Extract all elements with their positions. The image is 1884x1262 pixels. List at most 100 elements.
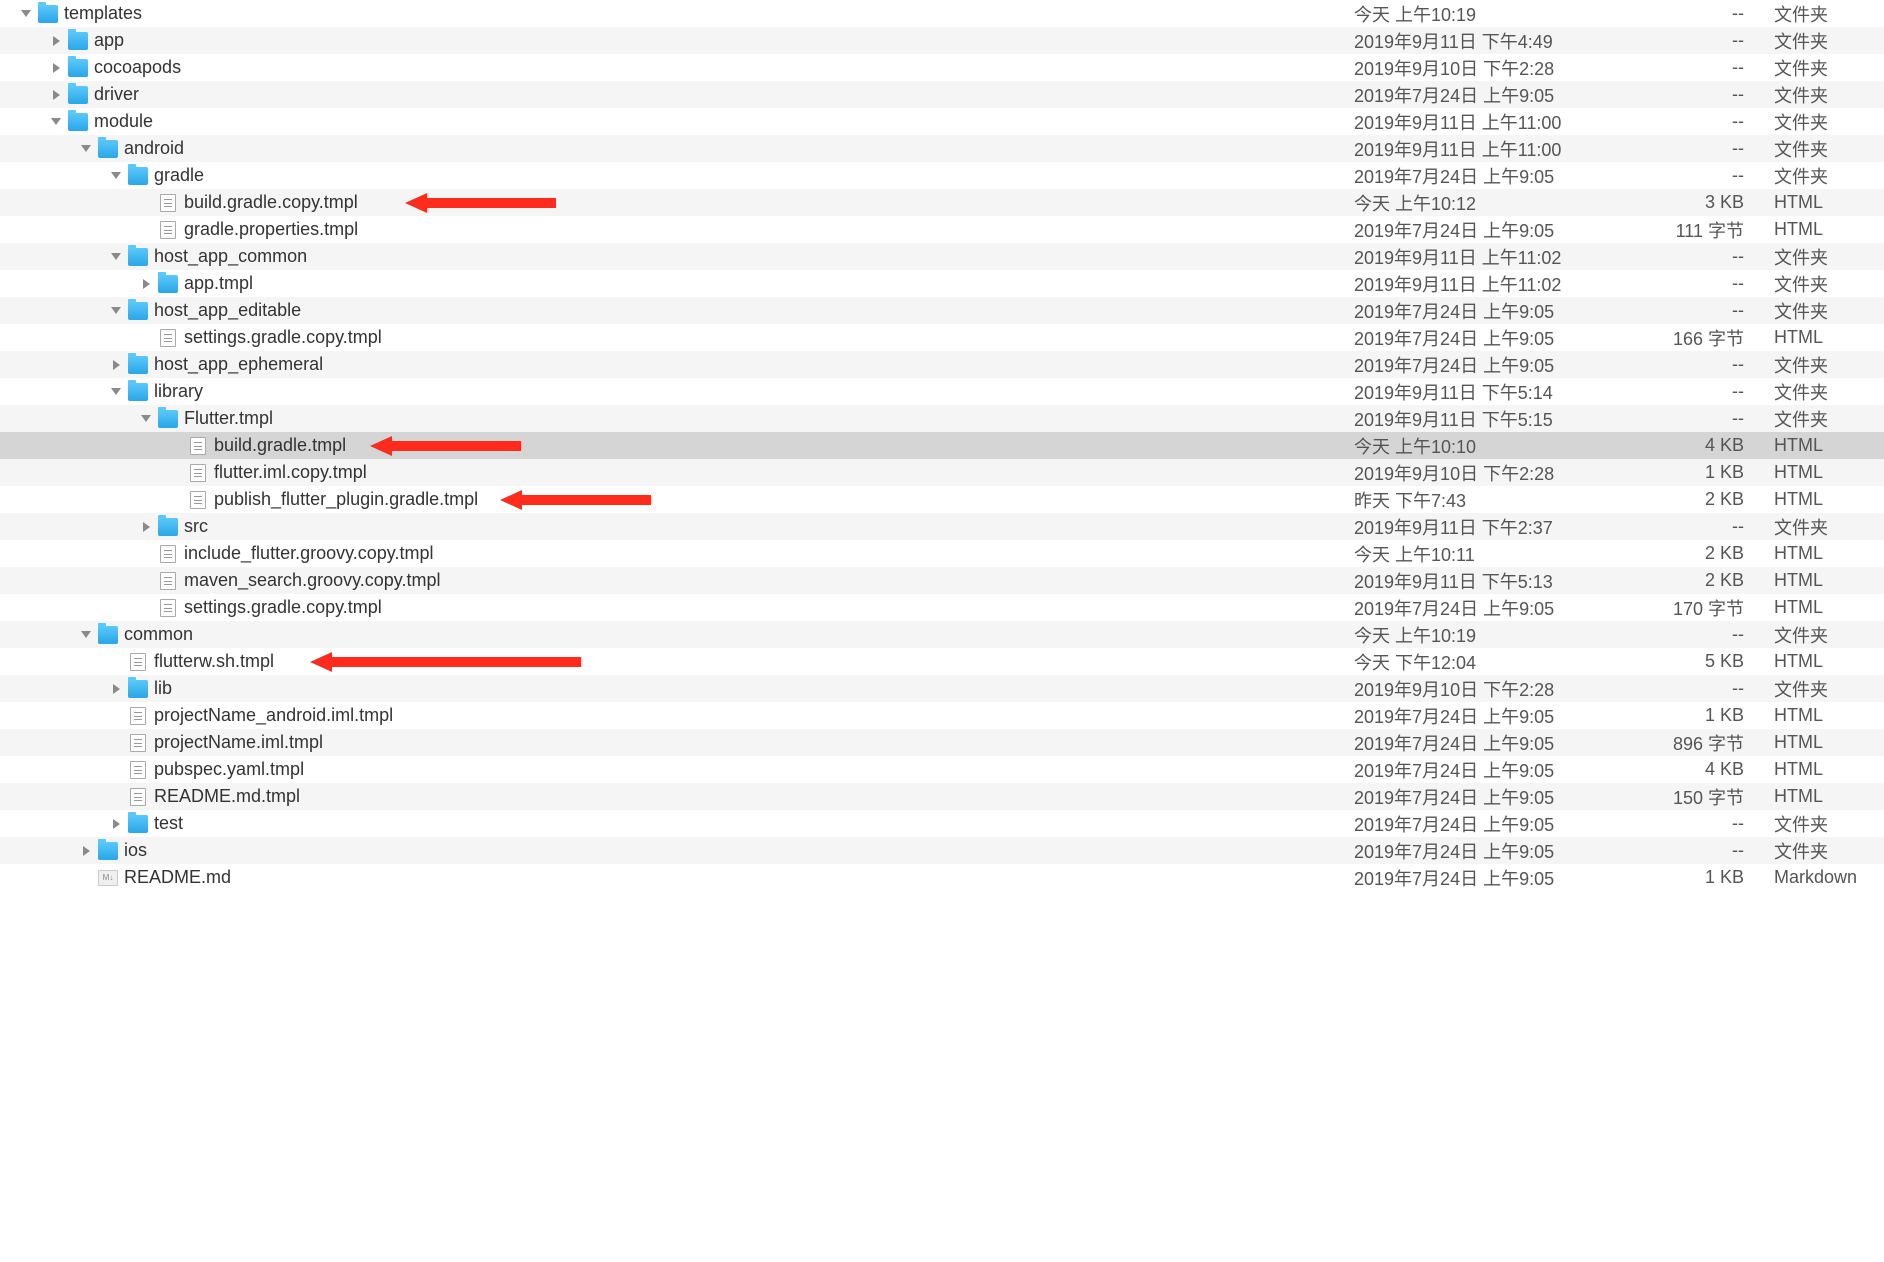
file-row[interactable]: settings.gradle.copy.tmpl2019年7月24日 上午9:… <box>0 324 1884 351</box>
file-row[interactable]: src2019年9月11日 下午2:37--文件夹 <box>0 513 1884 540</box>
disclosure-triangle[interactable] <box>110 818 122 830</box>
file-name: host_app_editable <box>154 300 301 321</box>
file-name: gradle <box>154 165 204 186</box>
file-row[interactable]: module2019年9月11日 上午11:00--文件夹 <box>0 108 1884 135</box>
file-row[interactable]: gradle.properties.tmpl2019年7月24日 上午9:051… <box>0 216 1884 243</box>
file-row[interactable]: driver2019年7月24日 上午9:05--文件夹 <box>0 81 1884 108</box>
kind-cell: 文件夹 <box>1774 406 1884 432</box>
size-cell: -- <box>1654 678 1774 699</box>
file-row[interactable]: gradle2019年7月24日 上午9:05--文件夹 <box>0 162 1884 189</box>
kind-cell: HTML <box>1774 759 1884 780</box>
file-row[interactable]: lib2019年9月10日 下午2:28--文件夹 <box>0 675 1884 702</box>
chevron-down-icon <box>21 10 31 17</box>
name-cell: module <box>0 111 1354 132</box>
kind-cell: 文件夹 <box>1774 136 1884 162</box>
disclosure-triangle[interactable] <box>50 35 62 47</box>
name-cell: app <box>0 30 1354 51</box>
file-row[interactable]: README.md.tmpl2019年7月24日 上午9:05150 字节HTM… <box>0 783 1884 810</box>
file-row[interactable]: ios2019年7月24日 上午9:05--文件夹 <box>0 837 1884 864</box>
disclosure-triangle[interactable] <box>110 170 122 182</box>
kind-cell: HTML <box>1774 651 1884 672</box>
folder-icon <box>98 140 118 158</box>
disclosure-triangle[interactable] <box>50 62 62 74</box>
file-row[interactable]: host_app_editable2019年7月24日 上午9:05--文件夹 <box>0 297 1884 324</box>
date-modified-cell: 2019年9月10日 下午2:28 <box>1354 676 1654 702</box>
file-name: projectName.iml.tmpl <box>154 732 323 753</box>
file-row[interactable]: M↓README.md2019年7月24日 上午9:051 KBMarkdown <box>0 864 1884 891</box>
disclosure-triangle[interactable] <box>50 89 62 101</box>
document-file-icon <box>160 221 176 239</box>
size-cell: 1 KB <box>1654 867 1774 888</box>
kind-cell: HTML <box>1774 732 1884 753</box>
file-row[interactable]: cocoapods2019年9月10日 下午2:28--文件夹 <box>0 54 1884 81</box>
file-name: android <box>124 138 184 159</box>
date-modified-cell: 2019年9月11日 下午5:14 <box>1354 379 1654 405</box>
size-cell: -- <box>1654 840 1774 861</box>
disclosure-triangle[interactable] <box>110 305 122 317</box>
file-row[interactable]: flutter.iml.copy.tmpl2019年9月10日 下午2:281 … <box>0 459 1884 486</box>
file-row[interactable]: publish_flutter_plugin.gradle.tmpl昨天 下午7… <box>0 486 1884 513</box>
file-name: flutterw.sh.tmpl <box>154 651 274 672</box>
kind-cell: 文件夹 <box>1774 1 1884 27</box>
name-cell: host_app_ephemeral <box>0 354 1354 375</box>
kind-cell: HTML <box>1774 705 1884 726</box>
disclosure-triangle[interactable] <box>80 845 92 857</box>
disclosure-triangle[interactable] <box>140 413 152 425</box>
file-name: app <box>94 30 124 51</box>
name-cell: library <box>0 381 1354 402</box>
file-row[interactable]: test2019年7月24日 上午9:05--文件夹 <box>0 810 1884 837</box>
file-row[interactable]: build.gradle.copy.tmpl今天 上午10:123 KBHTML <box>0 189 1884 216</box>
folder-icon <box>68 32 88 50</box>
disclosure-triangle[interactable] <box>140 521 152 533</box>
document-file-icon <box>160 194 176 212</box>
file-row[interactable]: library2019年9月11日 下午5:14--文件夹 <box>0 378 1884 405</box>
file-row[interactable]: projectName_android.iml.tmpl2019年7月24日 上… <box>0 702 1884 729</box>
size-cell: 4 KB <box>1654 435 1774 456</box>
file-name: build.gradle.tmpl <box>214 435 346 456</box>
file-row[interactable]: host_app_ephemeral2019年7月24日 上午9:05--文件夹 <box>0 351 1884 378</box>
file-row[interactable]: Flutter.tmpl2019年9月11日 下午5:15--文件夹 <box>0 405 1884 432</box>
folder-icon <box>158 275 178 293</box>
size-cell: -- <box>1654 813 1774 834</box>
disclosure-triangle[interactable] <box>20 8 32 20</box>
disclosure-triangle[interactable] <box>110 386 122 398</box>
disclosure-triangle[interactable] <box>110 683 122 695</box>
size-cell: 1 KB <box>1654 462 1774 483</box>
file-row[interactable]: maven_search.groovy.copy.tmpl2019年9月11日 … <box>0 567 1884 594</box>
kind-cell: 文件夹 <box>1774 838 1884 864</box>
disclosure-triangle[interactable] <box>110 359 122 371</box>
kind-cell: Markdown <box>1774 867 1884 888</box>
document-file-icon <box>190 464 206 482</box>
kind-cell: 文件夹 <box>1774 622 1884 648</box>
file-row[interactable]: templates今天 上午10:19--文件夹 <box>0 0 1884 27</box>
file-row[interactable]: app2019年9月11日 下午4:49--文件夹 <box>0 27 1884 54</box>
document-file-icon <box>130 707 146 725</box>
file-row[interactable]: projectName.iml.tmpl2019年7月24日 上午9:05896… <box>0 729 1884 756</box>
name-cell: android <box>0 138 1354 159</box>
size-cell: 2 KB <box>1654 570 1774 591</box>
file-row[interactable]: android2019年9月11日 上午11:00--文件夹 <box>0 135 1884 162</box>
file-row[interactable]: host_app_common2019年9月11日 上午11:02--文件夹 <box>0 243 1884 270</box>
disclosure-triangle[interactable] <box>140 278 152 290</box>
file-row[interactable]: flutterw.sh.tmpl今天 下午12:045 KBHTML <box>0 648 1884 675</box>
disclosure-triangle[interactable] <box>110 251 122 263</box>
name-cell: Flutter.tmpl <box>0 408 1354 429</box>
disclosure-triangle[interactable] <box>80 629 92 641</box>
size-cell: -- <box>1654 273 1774 294</box>
name-cell: M↓README.md <box>0 867 1354 888</box>
file-name: settings.gradle.copy.tmpl <box>184 327 382 348</box>
file-row[interactable]: include_flutter.groovy.copy.tmpl今天 上午10:… <box>0 540 1884 567</box>
name-cell: pubspec.yaml.tmpl <box>0 759 1354 780</box>
disclosure-triangle[interactable] <box>80 143 92 155</box>
file-name: driver <box>94 84 139 105</box>
file-row[interactable]: settings.gradle.copy.tmpl2019年7月24日 上午9:… <box>0 594 1884 621</box>
file-row[interactable]: pubspec.yaml.tmpl2019年7月24日 上午9:054 KBHT… <box>0 756 1884 783</box>
file-row[interactable]: common今天 上午10:19--文件夹 <box>0 621 1884 648</box>
chevron-right-icon <box>83 846 90 856</box>
file-row[interactable]: build.gradle.tmpl今天 上午10:104 KBHTML <box>0 432 1884 459</box>
name-cell: flutterw.sh.tmpl <box>0 651 1354 672</box>
file-name: include_flutter.groovy.copy.tmpl <box>184 543 433 564</box>
name-cell: host_app_common <box>0 246 1354 267</box>
file-row[interactable]: app.tmpl2019年9月11日 上午11:02--文件夹 <box>0 270 1884 297</box>
disclosure-triangle[interactable] <box>50 116 62 128</box>
